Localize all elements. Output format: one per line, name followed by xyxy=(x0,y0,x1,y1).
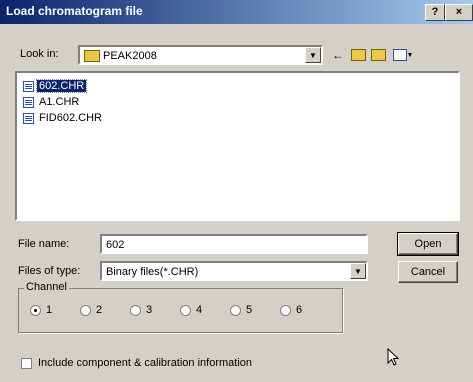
radio-circle xyxy=(130,304,141,316)
look-in-combo[interactable]: PEAK2008 ▼ xyxy=(78,45,323,65)
include-info-checkbox[interactable] xyxy=(21,358,32,369)
file-name: 602.CHR xyxy=(35,79,88,93)
channel-radio-2[interactable]: 2 xyxy=(80,304,102,316)
radio-circle xyxy=(280,304,291,316)
file-icon xyxy=(23,96,34,108)
list-item[interactable]: FID602.CHR xyxy=(23,111,104,125)
channel-radio-4[interactable]: 4 xyxy=(180,304,202,316)
radio-label: 5 xyxy=(246,304,253,316)
channel-radio-6[interactable]: 6 xyxy=(280,304,302,316)
new-folder-icon[interactable] xyxy=(370,48,386,62)
radio-label: 2 xyxy=(96,304,103,316)
list-item[interactable]: A1.CHR xyxy=(23,95,81,109)
file-icon xyxy=(23,80,34,92)
file-name-label: File name: xyxy=(18,238,70,250)
chevron-down-icon[interactable]: ▼ xyxy=(305,47,321,63)
channel-radio-5[interactable]: 5 xyxy=(230,304,252,316)
files-of-type-combo[interactable]: Binary files(*.CHR) ▼ xyxy=(100,261,368,281)
title-bar[interactable]: Load chromatogram file ? × xyxy=(0,0,473,24)
channel-radio-1[interactable]: 1 xyxy=(30,304,52,316)
file-icon xyxy=(23,112,34,124)
dialog-title: Load chromatogram file xyxy=(6,4,143,18)
files-of-type-value: Binary files(*.CHR) xyxy=(106,266,199,278)
file-name: A1.CHR xyxy=(39,96,80,108)
help-button[interactable]: ? xyxy=(425,4,445,21)
radio-label: 3 xyxy=(146,304,153,316)
open-button[interactable]: Open xyxy=(397,232,459,256)
radio-label: 1 xyxy=(46,304,53,316)
file-name-value: 602 xyxy=(106,239,125,251)
channel-radio-3[interactable]: 3 xyxy=(130,304,152,316)
files-of-type-label: Files of type: xyxy=(18,265,81,277)
file-name: FID602.CHR xyxy=(39,112,102,124)
load-chromatogram-dialog: Load chromatogram file ? × Look in: PEAK… xyxy=(0,0,473,382)
close-button[interactable]: × xyxy=(445,4,473,21)
folder-icon xyxy=(84,50,100,63)
radio-label: 4 xyxy=(196,304,203,316)
radio-label: 6 xyxy=(296,304,303,316)
cancel-button[interactable]: Cancel xyxy=(398,261,458,283)
radio-circle xyxy=(180,304,191,316)
radio-circle xyxy=(30,304,41,316)
chevron-down-icon[interactable]: ▼ xyxy=(350,263,366,279)
up-folder-icon[interactable] xyxy=(350,48,366,62)
look-in-value: PEAK2008 xyxy=(103,50,157,62)
list-item[interactable]: 602.CHR xyxy=(23,79,88,93)
view-menu-icon[interactable]: ▼ xyxy=(392,48,414,62)
radio-circle xyxy=(80,304,91,316)
include-info-label: Include component & calibration informat… xyxy=(38,357,253,369)
back-arrow-icon[interactable]: ← xyxy=(330,48,346,62)
file-name-input[interactable]: 602 xyxy=(100,234,368,254)
channel-group-title: Channel xyxy=(24,281,69,293)
file-list[interactable]: 602.CHR A1.CHR FID602.CHR xyxy=(15,71,460,221)
radio-circle xyxy=(230,304,241,316)
cursor-icon xyxy=(387,348,399,366)
look-in-label: Look in: xyxy=(20,48,59,60)
